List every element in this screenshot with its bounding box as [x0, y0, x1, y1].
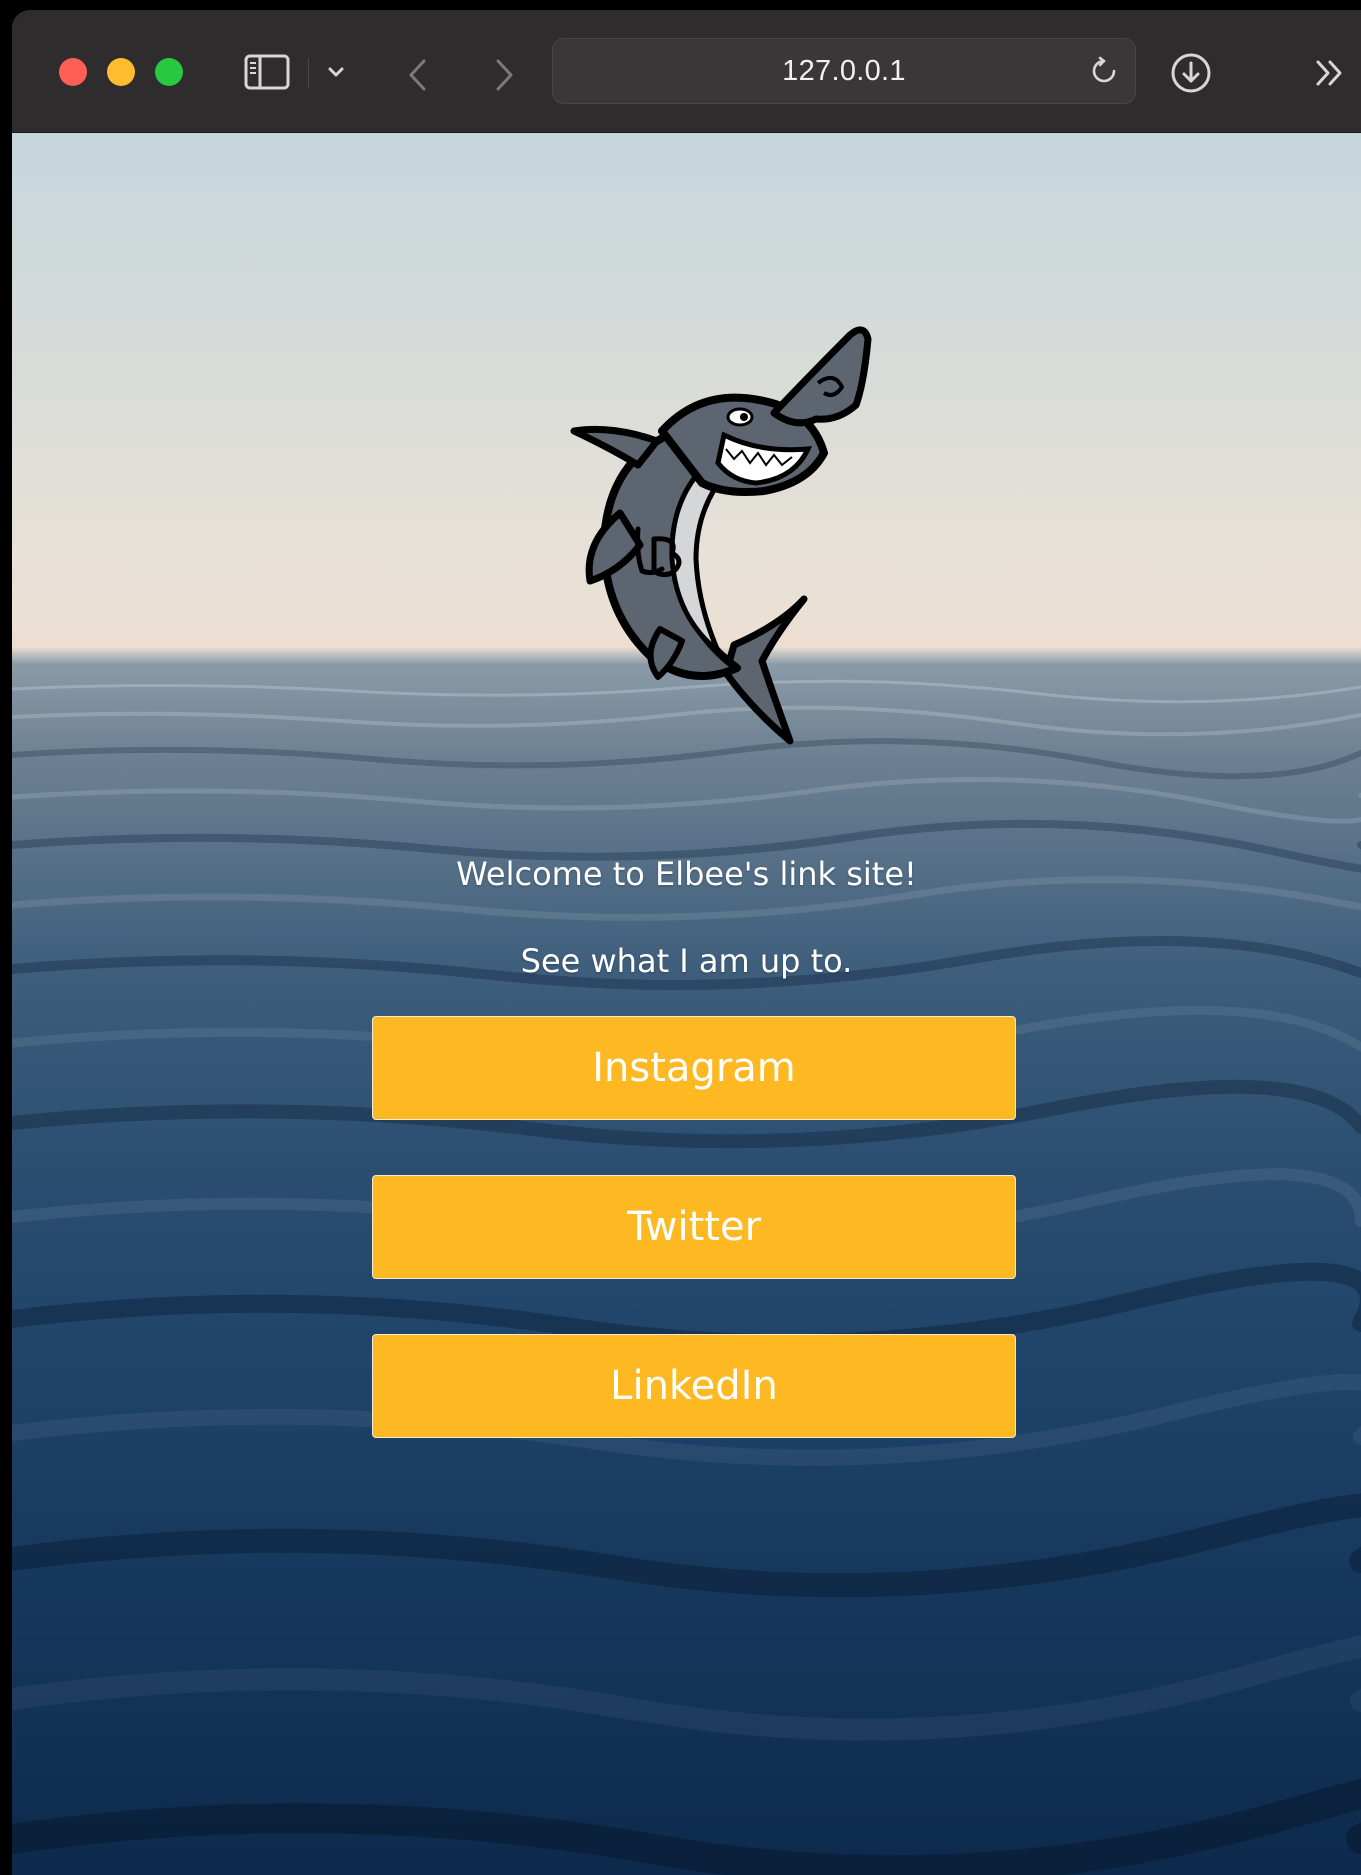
reload-icon[interactable]: [1089, 56, 1119, 86]
zoom-window-button[interactable]: [155, 58, 183, 86]
forward-icon[interactable]: [492, 58, 516, 92]
sidebar-icon[interactable]: [244, 54, 290, 90]
address-bar[interactable]: 127.0.0.1: [552, 38, 1136, 104]
twitter-link-button[interactable]: Twitter: [372, 1175, 1016, 1279]
browser-toolbar: 127.0.0.1: [12, 10, 1361, 133]
welcome-text: Welcome to Elbee's link site!: [456, 855, 917, 893]
linkedin-link-button[interactable]: LinkedIn: [372, 1334, 1016, 1438]
minimize-window-button[interactable]: [107, 58, 135, 86]
download-icon[interactable]: [1170, 52, 1212, 94]
close-window-button[interactable]: [59, 58, 87, 86]
tagline-text: See what I am up to.: [520, 942, 853, 980]
chevron-down-icon[interactable]: [326, 62, 346, 82]
more-chevrons-icon[interactable]: [1312, 56, 1348, 90]
instagram-link-button[interactable]: Instagram: [372, 1016, 1016, 1120]
browser-window: 127.0.0.1 Welcome to Elbee's link site! …: [12, 10, 1361, 1875]
toolbar-divider: [308, 58, 309, 88]
web-page: Welcome to Elbee's link site! See what I…: [12, 133, 1361, 1875]
back-icon[interactable]: [406, 58, 430, 92]
address-text: 127.0.0.1: [782, 54, 906, 87]
shark-mascot-logo: [570, 326, 872, 745]
